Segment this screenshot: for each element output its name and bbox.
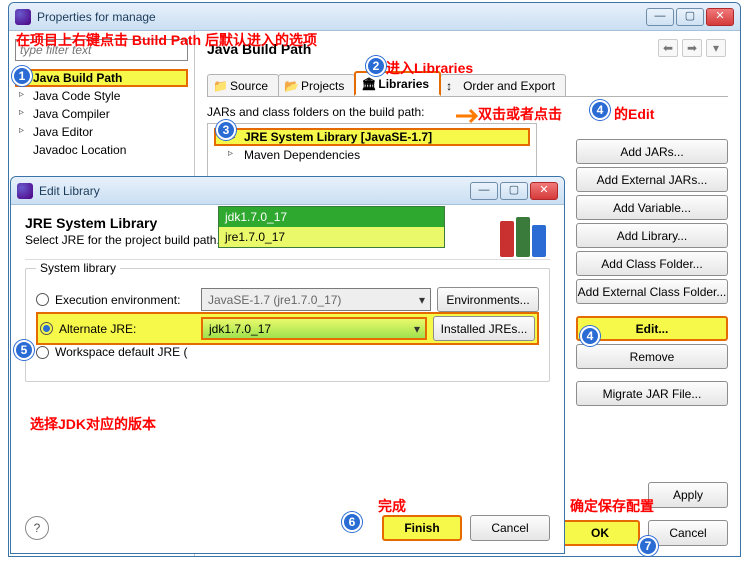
nav-tree: Java Build Path Java Code Style Java Com… — [15, 69, 188, 159]
dropdown-item-jdk[interactable]: jdk1.7.0_17 — [219, 207, 444, 227]
annotation-2-text: 进入Libraries — [386, 58, 473, 78]
step-badge-1: 1 — [12, 66, 32, 86]
titlebar[interactable]: Properties for manage — ▢ ✕ — [9, 3, 740, 31]
exec-env-combo[interactable]: JavaSE-1.7 (jre1.7.0_17) — [201, 288, 431, 311]
workspace-default-label: Workspace default JRE ( — [55, 345, 188, 359]
dialog-titlebar[interactable]: Edit Library — ▢ ✕ — [11, 177, 564, 205]
maximize-button[interactable]: ▢ — [676, 8, 704, 26]
installed-jres-button[interactable]: Installed JREs... — [433, 316, 535, 341]
step-badge-4b: 4 — [580, 326, 600, 346]
nav-item-java-code-style[interactable]: Java Code Style — [15, 87, 188, 105]
finish-button[interactable]: Finish — [382, 515, 462, 541]
close-button[interactable]: ✕ — [706, 8, 734, 26]
library-icon — [214, 148, 226, 160]
step-badge-6: 6 — [342, 512, 362, 532]
close-button[interactable]: ✕ — [530, 182, 558, 200]
add-external-jars-button[interactable]: Add External JARs... — [576, 167, 728, 192]
dialog-cancel-button[interactable]: Cancel — [470, 515, 550, 541]
source-icon: 📁 — [213, 79, 227, 93]
apply-button[interactable]: Apply — [648, 482, 728, 508]
migrate-jar-button[interactable]: Migrate JAR File... — [576, 381, 728, 406]
eclipse-icon — [15, 9, 31, 25]
add-library-button[interactable]: Add Library... — [576, 223, 728, 248]
remove-button[interactable]: Remove — [576, 344, 728, 369]
dialog-title: Edit Library — [39, 184, 470, 198]
step-badge-3: 3 — [216, 120, 236, 140]
jre-dropdown-list[interactable]: jdk1.7.0_17 jre1.7.0_17 — [218, 206, 445, 248]
nav-item-java-compiler[interactable]: Java Compiler — [15, 105, 188, 123]
radio-exec-env[interactable] — [36, 293, 49, 306]
side-button-column: Add JARs... Add External JARs... Add Var… — [576, 139, 728, 406]
nav-item-javadoc-location[interactable]: Javadoc Location — [15, 141, 188, 159]
add-external-class-folder-button[interactable]: Add External Class Folder... — [576, 279, 728, 304]
libraries-icon: 🏛 — [361, 77, 375, 91]
annotation-3a-text: 双击或者点击 — [478, 104, 562, 124]
help-button[interactable]: ? — [25, 516, 49, 540]
alternate-jre-row: Alternate JRE: jdk1.7.0_17 Installed JRE… — [36, 312, 539, 345]
maximize-button[interactable]: ▢ — [500, 182, 528, 200]
radio-workspace-default[interactable] — [36, 346, 49, 359]
lib-jre-system-library[interactable]: JRE System Library [JavaSE-1.7] — [214, 128, 530, 146]
annotation-6-text: 完成 — [378, 496, 406, 516]
tab-source[interactable]: 📁Source — [207, 74, 279, 96]
system-library-group: System library Execution environment: Ja… — [25, 268, 550, 382]
projects-icon: 📂 — [284, 79, 298, 93]
nav-item-java-build-path[interactable]: Java Build Path — [15, 69, 188, 87]
workspace-default-row: Workspace default JRE ( — [36, 345, 539, 359]
annotation-5-text: 选择JDK对应的版本 — [30, 414, 156, 434]
step-badge-4: 4 — [590, 100, 610, 120]
minimize-button[interactable]: — — [646, 8, 674, 26]
environments-button[interactable]: Environments... — [437, 287, 539, 312]
exec-env-row: Execution environment: JavaSE-1.7 (jre1.… — [36, 287, 539, 312]
step-badge-5: 5 — [14, 340, 34, 360]
group-title: System library — [36, 261, 120, 275]
alternate-jre-combo[interactable]: jdk1.7.0_17 — [201, 317, 427, 340]
step-badge-2: 2 — [366, 56, 386, 76]
add-class-folder-button[interactable]: Add Class Folder... — [576, 251, 728, 276]
step-badge-7: 7 — [638, 536, 658, 556]
nav-forward-button[interactable]: ➡ — [682, 39, 702, 57]
lib-maven-dependencies[interactable]: Maven Dependencies — [214, 146, 530, 164]
alternate-jre-label: Alternate JRE: — [59, 322, 195, 336]
books-icon — [498, 215, 548, 261]
annotation-1-text: 在项目上右键点击 Build Path 后默认进入的选项 — [16, 30, 317, 50]
nav-item-java-editor[interactable]: Java Editor — [15, 123, 188, 141]
dropdown-item-jre[interactable]: jre1.7.0_17 — [219, 227, 444, 247]
add-jars-button[interactable]: Add JARs... — [576, 139, 728, 164]
annotation-3b-text: 的Edit — [614, 104, 654, 124]
tab-projects[interactable]: 📂Projects — [278, 74, 355, 96]
annotation-7-text: 确定保存配置 — [570, 496, 654, 516]
minimize-button[interactable]: — — [470, 182, 498, 200]
cancel-button[interactable]: Cancel — [648, 520, 728, 546]
nav-menu-button[interactable]: ▾ — [706, 39, 726, 57]
ok-button[interactable]: OK — [560, 520, 640, 546]
radio-alternate-jre[interactable] — [40, 322, 53, 335]
window-title: Properties for manage — [37, 10, 646, 24]
exec-env-label: Execution environment: — [55, 293, 195, 307]
order-export-icon: ↕ — [446, 79, 460, 93]
eclipse-icon — [17, 183, 33, 199]
nav-back-button[interactable]: ⬅ — [658, 39, 678, 57]
add-variable-button[interactable]: Add Variable... — [576, 195, 728, 220]
